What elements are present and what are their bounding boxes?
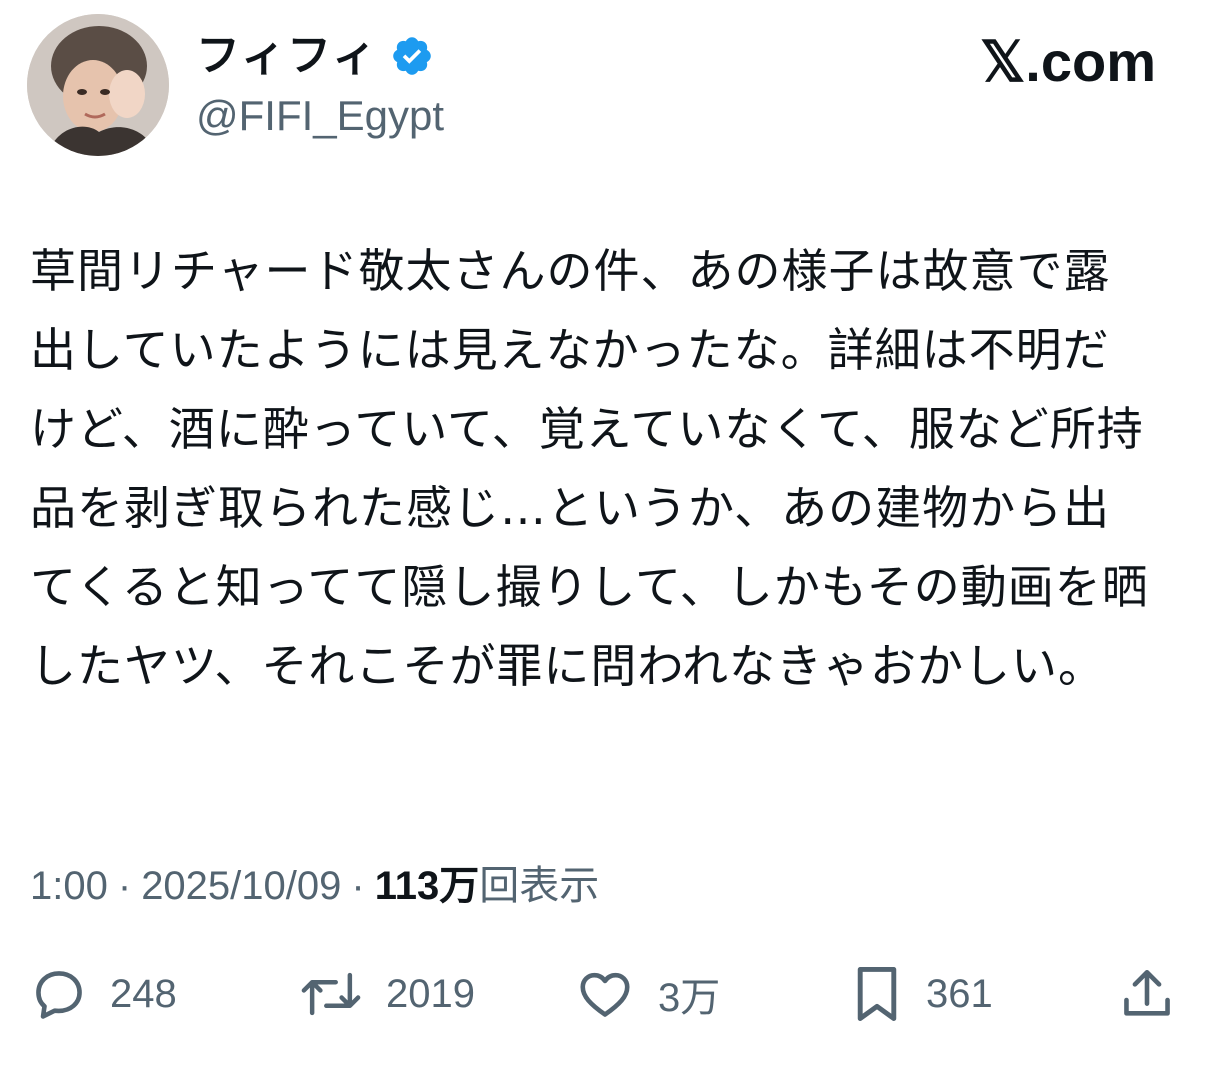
verified-badge-icon: [390, 34, 434, 78]
meta-separator: ·: [351, 864, 365, 908]
views-count: 113万: [374, 864, 480, 908]
bookmark-icon: [850, 963, 904, 1025]
like-count: 3万: [658, 976, 721, 1020]
like-button[interactable]: 3万: [574, 956, 720, 1032]
avatar-image: [27, 14, 169, 156]
tweet-time[interactable]: 1:00: [30, 858, 108, 914]
tweet-meta: 1:00 · 2025/10/09 · 113万回表示: [30, 858, 599, 914]
tweet-actions-bar: 248 2019 3万 361: [0, 956, 1206, 1032]
author-display-name[interactable]: フィフィ: [196, 26, 378, 86]
tweet-date[interactable]: 2025/10/09: [141, 858, 341, 914]
reply-button[interactable]: 248: [30, 956, 177, 1032]
meta-separator: ·: [117, 864, 132, 908]
reply-count: 248: [110, 971, 177, 1016]
retweet-count: 2019: [386, 971, 475, 1016]
avatar[interactable]: [27, 14, 169, 156]
x-com-brand: 𝕏.com: [980, 30, 1156, 93]
retweet-arrows-icon: [298, 965, 364, 1023]
author-name-row[interactable]: フィフィ: [196, 26, 434, 86]
bookmark-count: 361: [926, 971, 993, 1016]
speech-bubble-icon: [30, 965, 88, 1023]
retweet-button[interactable]: 2019: [298, 956, 475, 1032]
bookmark-button[interactable]: 361: [850, 956, 993, 1032]
share-upload-icon: [1118, 965, 1176, 1023]
share-button[interactable]: [1118, 956, 1176, 1032]
author-handle[interactable]: @FIFI_Egypt: [196, 88, 444, 144]
tweet-text: 草間リチャード敬太さんの件、あの様子は故意で露出していたようには見えなかったな。…: [30, 244, 1149, 693]
heart-icon: [574, 965, 636, 1023]
views-label: 回表示: [479, 864, 600, 908]
